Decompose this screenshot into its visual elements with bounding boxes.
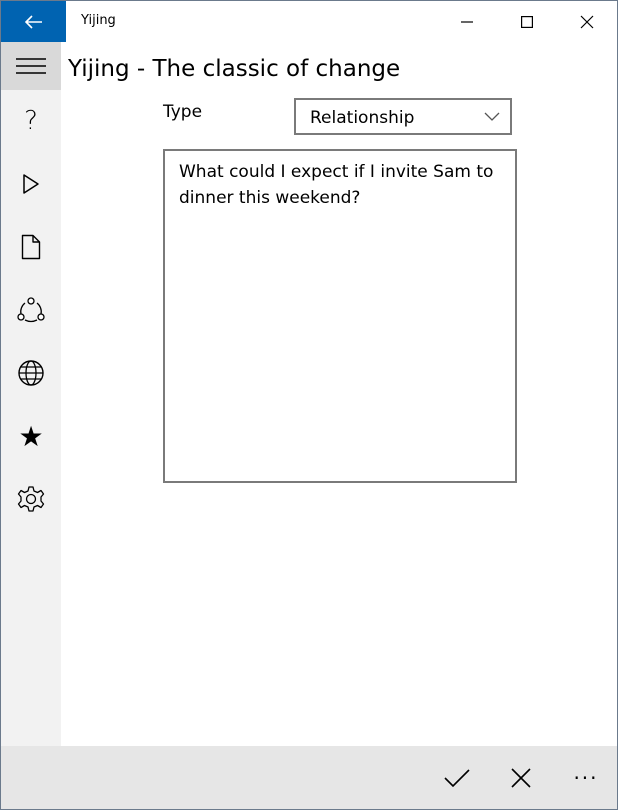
accept-button[interactable] <box>432 754 482 802</box>
hamburger-button[interactable] <box>1 42 61 90</box>
nav-rail: ? ★ <box>1 42 61 746</box>
type-dropdown[interactable]: Relationship <box>294 98 512 135</box>
globe-icon <box>18 360 44 386</box>
question-textarea[interactable]: What could I expect if I invite Sam to d… <box>163 149 517 483</box>
nav-item-play[interactable] <box>1 160 61 208</box>
nav-item-favorites[interactable]: ★ <box>1 412 61 460</box>
document-icon <box>21 234 41 260</box>
back-arrow-icon <box>24 14 42 29</box>
nav-item-help[interactable]: ? <box>1 97 61 145</box>
back-button[interactable] <box>1 1 66 42</box>
command-bar: ··· <box>1 746 617 809</box>
nav-item-globe[interactable] <box>1 349 61 397</box>
more-button[interactable]: ··· <box>561 754 611 802</box>
app-window: Yijing ? ★ Yijing - The classic of chang… <box>0 0 618 810</box>
minimize-button[interactable] <box>437 1 497 42</box>
page-title: Yijing - The classic of change <box>68 56 401 82</box>
minimize-icon <box>461 20 473 23</box>
nav-item-share[interactable] <box>1 286 61 334</box>
maximize-button[interactable] <box>497 1 557 42</box>
help-icon: ? <box>24 106 38 136</box>
settings-icon <box>17 486 45 512</box>
close-icon <box>580 15 594 28</box>
share-icon <box>17 297 45 323</box>
checkmark-icon <box>444 769 470 788</box>
title-bar: Yijing <box>1 1 617 42</box>
type-label: Type <box>163 102 203 122</box>
window-title: Yijing <box>81 13 116 28</box>
nav-item-document[interactable] <box>1 223 61 271</box>
close-button[interactable] <box>557 1 617 42</box>
chevron-down-icon <box>484 112 500 121</box>
star-icon: ★ <box>18 419 44 453</box>
more-icon: ··· <box>573 766 599 790</box>
nav-item-settings[interactable] <box>1 475 61 523</box>
type-dropdown-value: Relationship <box>310 108 415 128</box>
play-icon <box>23 174 39 194</box>
maximize-icon <box>521 15 533 28</box>
cancel-button[interactable] <box>496 754 546 802</box>
hamburger-icon <box>16 58 46 74</box>
cancel-icon <box>511 768 531 788</box>
